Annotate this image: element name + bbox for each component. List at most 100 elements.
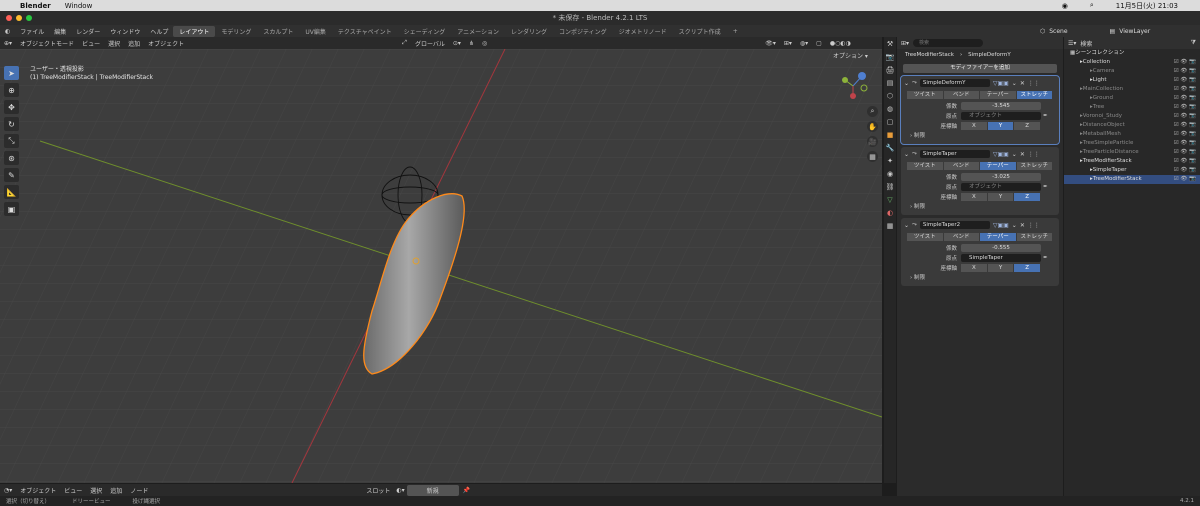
deform-mode-0[interactable]: ツイスト [907, 91, 944, 99]
axis-0[interactable]: X [961, 122, 988, 130]
deform-mode-0[interactable]: ツイスト [907, 162, 944, 170]
outliner-row[interactable]: ▸ TreeParticleDistance ☑ 👁 📷 [1064, 148, 1200, 157]
clock[interactable]: 11月5日(火) 21:03 [1116, 1, 1178, 11]
limits-subpanel[interactable]: › 制限 [904, 202, 1056, 212]
axis-0[interactable]: X [961, 264, 988, 272]
constraints-tab-icon[interactable]: ⛓ [885, 183, 895, 193]
app-menu[interactable]: Blender [20, 2, 51, 10]
editor-type-icon-bottom[interactable]: ◔▾ [0, 487, 16, 494]
deform-mode-3[interactable]: ストレッチ [1016, 233, 1053, 241]
menu-object[interactable]: オブジェクト [144, 39, 188, 48]
tab-layout[interactable]: レイアウト [173, 25, 216, 37]
axis-0[interactable]: X [961, 193, 988, 201]
scale-tool-icon[interactable]: ⤡ [4, 134, 19, 148]
pin-icon[interactable]: 📌 [459, 487, 474, 494]
physics-tab-icon[interactable]: ◉ [885, 170, 895, 180]
visibility-eye-icon[interactable]: ☑ 👁 📷 [1174, 85, 1196, 94]
zoom-button[interactable] [26, 15, 32, 21]
viewlayer-name[interactable]: ViewLayer [1119, 28, 1150, 35]
deform-mode-2[interactable]: テーパー [980, 162, 1017, 170]
window-menu[interactable]: Window [65, 2, 93, 10]
menu-add[interactable]: 追加 [124, 39, 144, 48]
outliner-search-input[interactable]: 検索 [1080, 39, 1140, 48]
outliner-row[interactable]: ▸ MainCollection ☑ 👁 📷 [1064, 85, 1200, 94]
factor-field[interactable]: -3.545 [961, 102, 1041, 110]
visibility-eye-icon[interactable]: ☑ 👁 📷 [1174, 148, 1196, 157]
outliner-row[interactable]: ▸ TreeSimpleParticle ☑ 👁 📷 [1064, 139, 1200, 148]
menu-window[interactable]: ウィンドウ [105, 27, 145, 36]
view-layer-tab-icon[interactable]: ▤ [885, 79, 895, 89]
outliner-row[interactable]: ▸ Tree ☑ 👁 📷 [1064, 103, 1200, 112]
outliner-row[interactable]: ▸ MetaballMesh ☑ 👁 📷 [1064, 130, 1200, 139]
visibility-eye-icon[interactable]: ☑ 👁 📷 [1174, 67, 1196, 76]
deform-mode-0[interactable]: ツイスト [907, 233, 944, 241]
tab-texture-paint[interactable]: テクスチャペイント [332, 26, 398, 37]
chevron-down-icon[interactable]: ⌄ [904, 151, 909, 158]
filter-icon[interactable]: ⧩ [1191, 39, 1196, 47]
axis-1[interactable]: Y [987, 122, 1015, 130]
bottom-menu-view[interactable]: ビュー [60, 486, 86, 495]
ortho-grid-icon[interactable]: ▦ [867, 151, 878, 162]
bottom-menu-add[interactable]: 追加 [106, 486, 126, 495]
modifier-name-field[interactable]: SimpleTaper [919, 150, 990, 158]
search-icon[interactable]: ⌕ [1090, 1, 1094, 10]
outliner-row[interactable]: ▸ DistanceObject ☑ 👁 📷 [1064, 121, 1200, 130]
deform-mode-1[interactable]: ベンド [943, 233, 980, 241]
transform-tool-icon[interactable]: ⊛ [4, 151, 19, 165]
visibility-eye-icon[interactable]: ☑ 👁 📷 [1174, 130, 1196, 139]
measure-tool-icon[interactable]: 📐 [4, 185, 19, 199]
output-tab-icon[interactable]: 🖨 [885, 66, 895, 76]
dropdown-icon[interactable]: ⌄ [1012, 151, 1017, 158]
object-tab-icon[interactable]: ■ [885, 131, 895, 141]
editor-type-icon[interactable]: ⊕▾ [0, 40, 16, 47]
visibility-eye-icon[interactable]: ☑ 👁 📷 [1174, 157, 1196, 166]
tab-animation[interactable]: アニメーション [451, 26, 505, 37]
annotate-tool-icon[interactable]: ✎ [4, 168, 19, 182]
tab-sculpt[interactable]: スカルプト [257, 26, 299, 37]
outliner-row[interactable]: ▸ TreeModifierStack ☑ 👁 📷 [1064, 157, 1200, 166]
deform-mode-2[interactable]: テーパー [980, 233, 1017, 241]
eyedropper-icon[interactable]: ✒ [1043, 255, 1048, 261]
particles-tab-icon[interactable]: ✦ [885, 157, 895, 167]
collection-tab-icon[interactable]: ▢ [885, 118, 895, 128]
menu-view[interactable]: ビュー [78, 39, 104, 48]
options-dropdown[interactable]: オプション ▾ [833, 51, 868, 60]
menu-file[interactable]: ファイル [15, 27, 49, 36]
data-tab-icon[interactable]: ▽ [885, 196, 895, 206]
cursor-tool-icon[interactable]: ⊕ [4, 83, 19, 97]
origin-object-field[interactable]: オブジェクト [961, 183, 1041, 191]
navigation-gizmo[interactable] [838, 68, 868, 104]
limits-subpanel[interactable]: › 制限 [904, 273, 1056, 283]
wifi-icon[interactable]: ◉ [1062, 2, 1068, 10]
origin-object-field[interactable]: SimpleTaper [961, 254, 1041, 262]
bottom-mode-selector[interactable]: オブジェクト [16, 486, 60, 495]
tab-compositing[interactable]: コンポジティング [553, 26, 613, 37]
zoom-icon[interactable]: ⌕ [867, 106, 878, 117]
tab-rendering[interactable]: レンダリング [505, 26, 553, 37]
modifier-name-field[interactable]: SimpleTaper2 [919, 221, 990, 229]
visibility-eye-icon[interactable]: ☑ 👁 📷 [1174, 166, 1196, 175]
add-modifier-button[interactable]: モディファイアーを追加 [903, 64, 1057, 73]
visibility-eye-icon[interactable]: ☑ 👁 📷 [1174, 103, 1196, 112]
dropdown-icon[interactable]: ⌄ [1012, 222, 1017, 229]
visibility-eye-icon[interactable]: ☑ 👁 📷 [1174, 58, 1196, 67]
tab-uv-edit[interactable]: UV編集 [299, 26, 332, 37]
deform-mode-1[interactable]: ベンド [943, 91, 980, 99]
proportional-icon[interactable]: ◎ [478, 40, 491, 47]
outliner-row[interactable]: ▸ Light ☑ 👁 📷 [1064, 76, 1200, 85]
render-tab-icon[interactable]: 📷 [885, 53, 895, 63]
menu-edit[interactable]: 編集 [49, 27, 71, 36]
orientation-selector[interactable]: グローバル [411, 39, 449, 48]
visibility-eye-icon[interactable]: ☑ 👁 📷 [1174, 175, 1196, 184]
deform-mode-2[interactable]: テーパー [980, 91, 1017, 99]
axis-2[interactable]: Z [1014, 193, 1042, 201]
material-tab-icon[interactable]: ◐ [885, 209, 895, 219]
drag-handle-icon[interactable]: ⋮⋮ [1028, 222, 1040, 229]
modifier-tab-icon[interactable]: 🔧 [885, 144, 895, 154]
factor-field[interactable]: -3.025 [961, 173, 1041, 181]
outliner-row[interactable]: ▸ Voronoi_Study ☑ 👁 📷 [1064, 112, 1200, 121]
gizmo-icon[interactable]: ⊞▾ [780, 40, 796, 47]
camera-view-icon[interactable]: 🎥 [867, 136, 878, 147]
outliner-row[interactable]: ▸ SimpleTaper ☑ 👁 📷 [1064, 166, 1200, 175]
menu-render[interactable]: レンダー [71, 27, 105, 36]
